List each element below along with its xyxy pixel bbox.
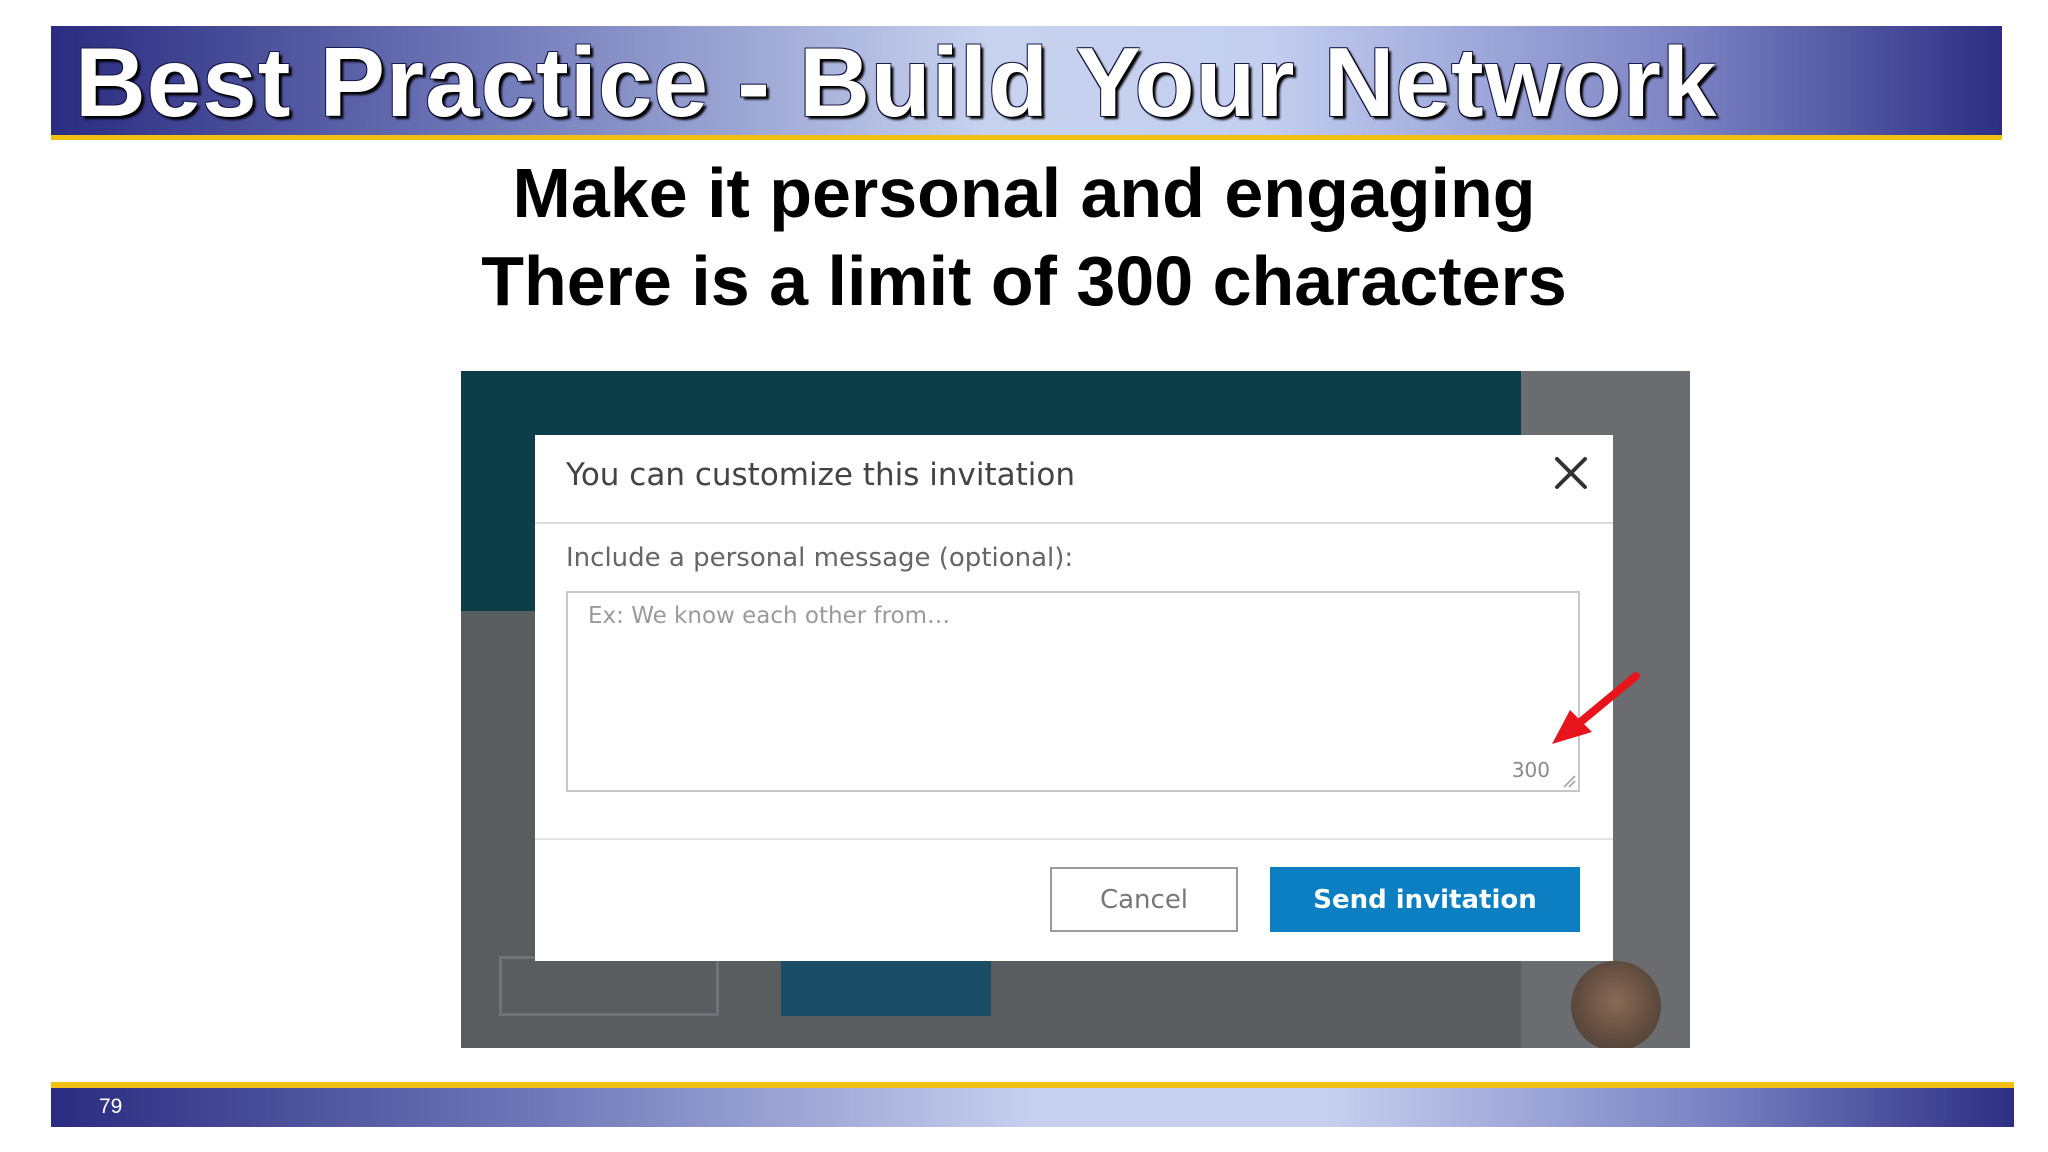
close-icon (1555, 457, 1587, 489)
personal-message-label: Include a personal message (optional): (566, 543, 1074, 573)
subtitle-line-1: Make it personal and engaging (512, 154, 1536, 232)
page-number: 79 (99, 1095, 123, 1118)
message-box: 300 (566, 591, 1580, 792)
send-invitation-button[interactable]: Send invitation (1270, 867, 1580, 932)
cancel-button[interactable]: Cancel (1050, 867, 1238, 932)
avatar (1571, 961, 1661, 1048)
red-arrow-icon (1552, 672, 1640, 744)
footer-bar: 79 (51, 1082, 2014, 1127)
close-button[interactable] (1551, 453, 1591, 493)
dialog-divider (535, 838, 1613, 840)
background-button-outline (499, 956, 719, 1016)
background-button-filled (781, 956, 991, 1016)
invitation-dialog: You can customize this invitation Includ… (535, 435, 1613, 961)
dialog-header: You can customize this invitation (535, 435, 1613, 524)
dialog-title: You can customize this invitation (566, 457, 1075, 493)
resize-handle-icon[interactable] (1560, 772, 1576, 788)
screenshot-panel: You can customize this invitation Includ… (461, 371, 1690, 1048)
title-bar: Best Practice - Build Your Network (51, 26, 2002, 140)
personal-message-input[interactable] (568, 593, 1578, 790)
subtitle-line-2: There is a limit of 300 characters (481, 242, 1567, 320)
slide-title: Best Practice - Build Your Network (75, 27, 1718, 137)
character-counter: 300 (1511, 758, 1550, 782)
